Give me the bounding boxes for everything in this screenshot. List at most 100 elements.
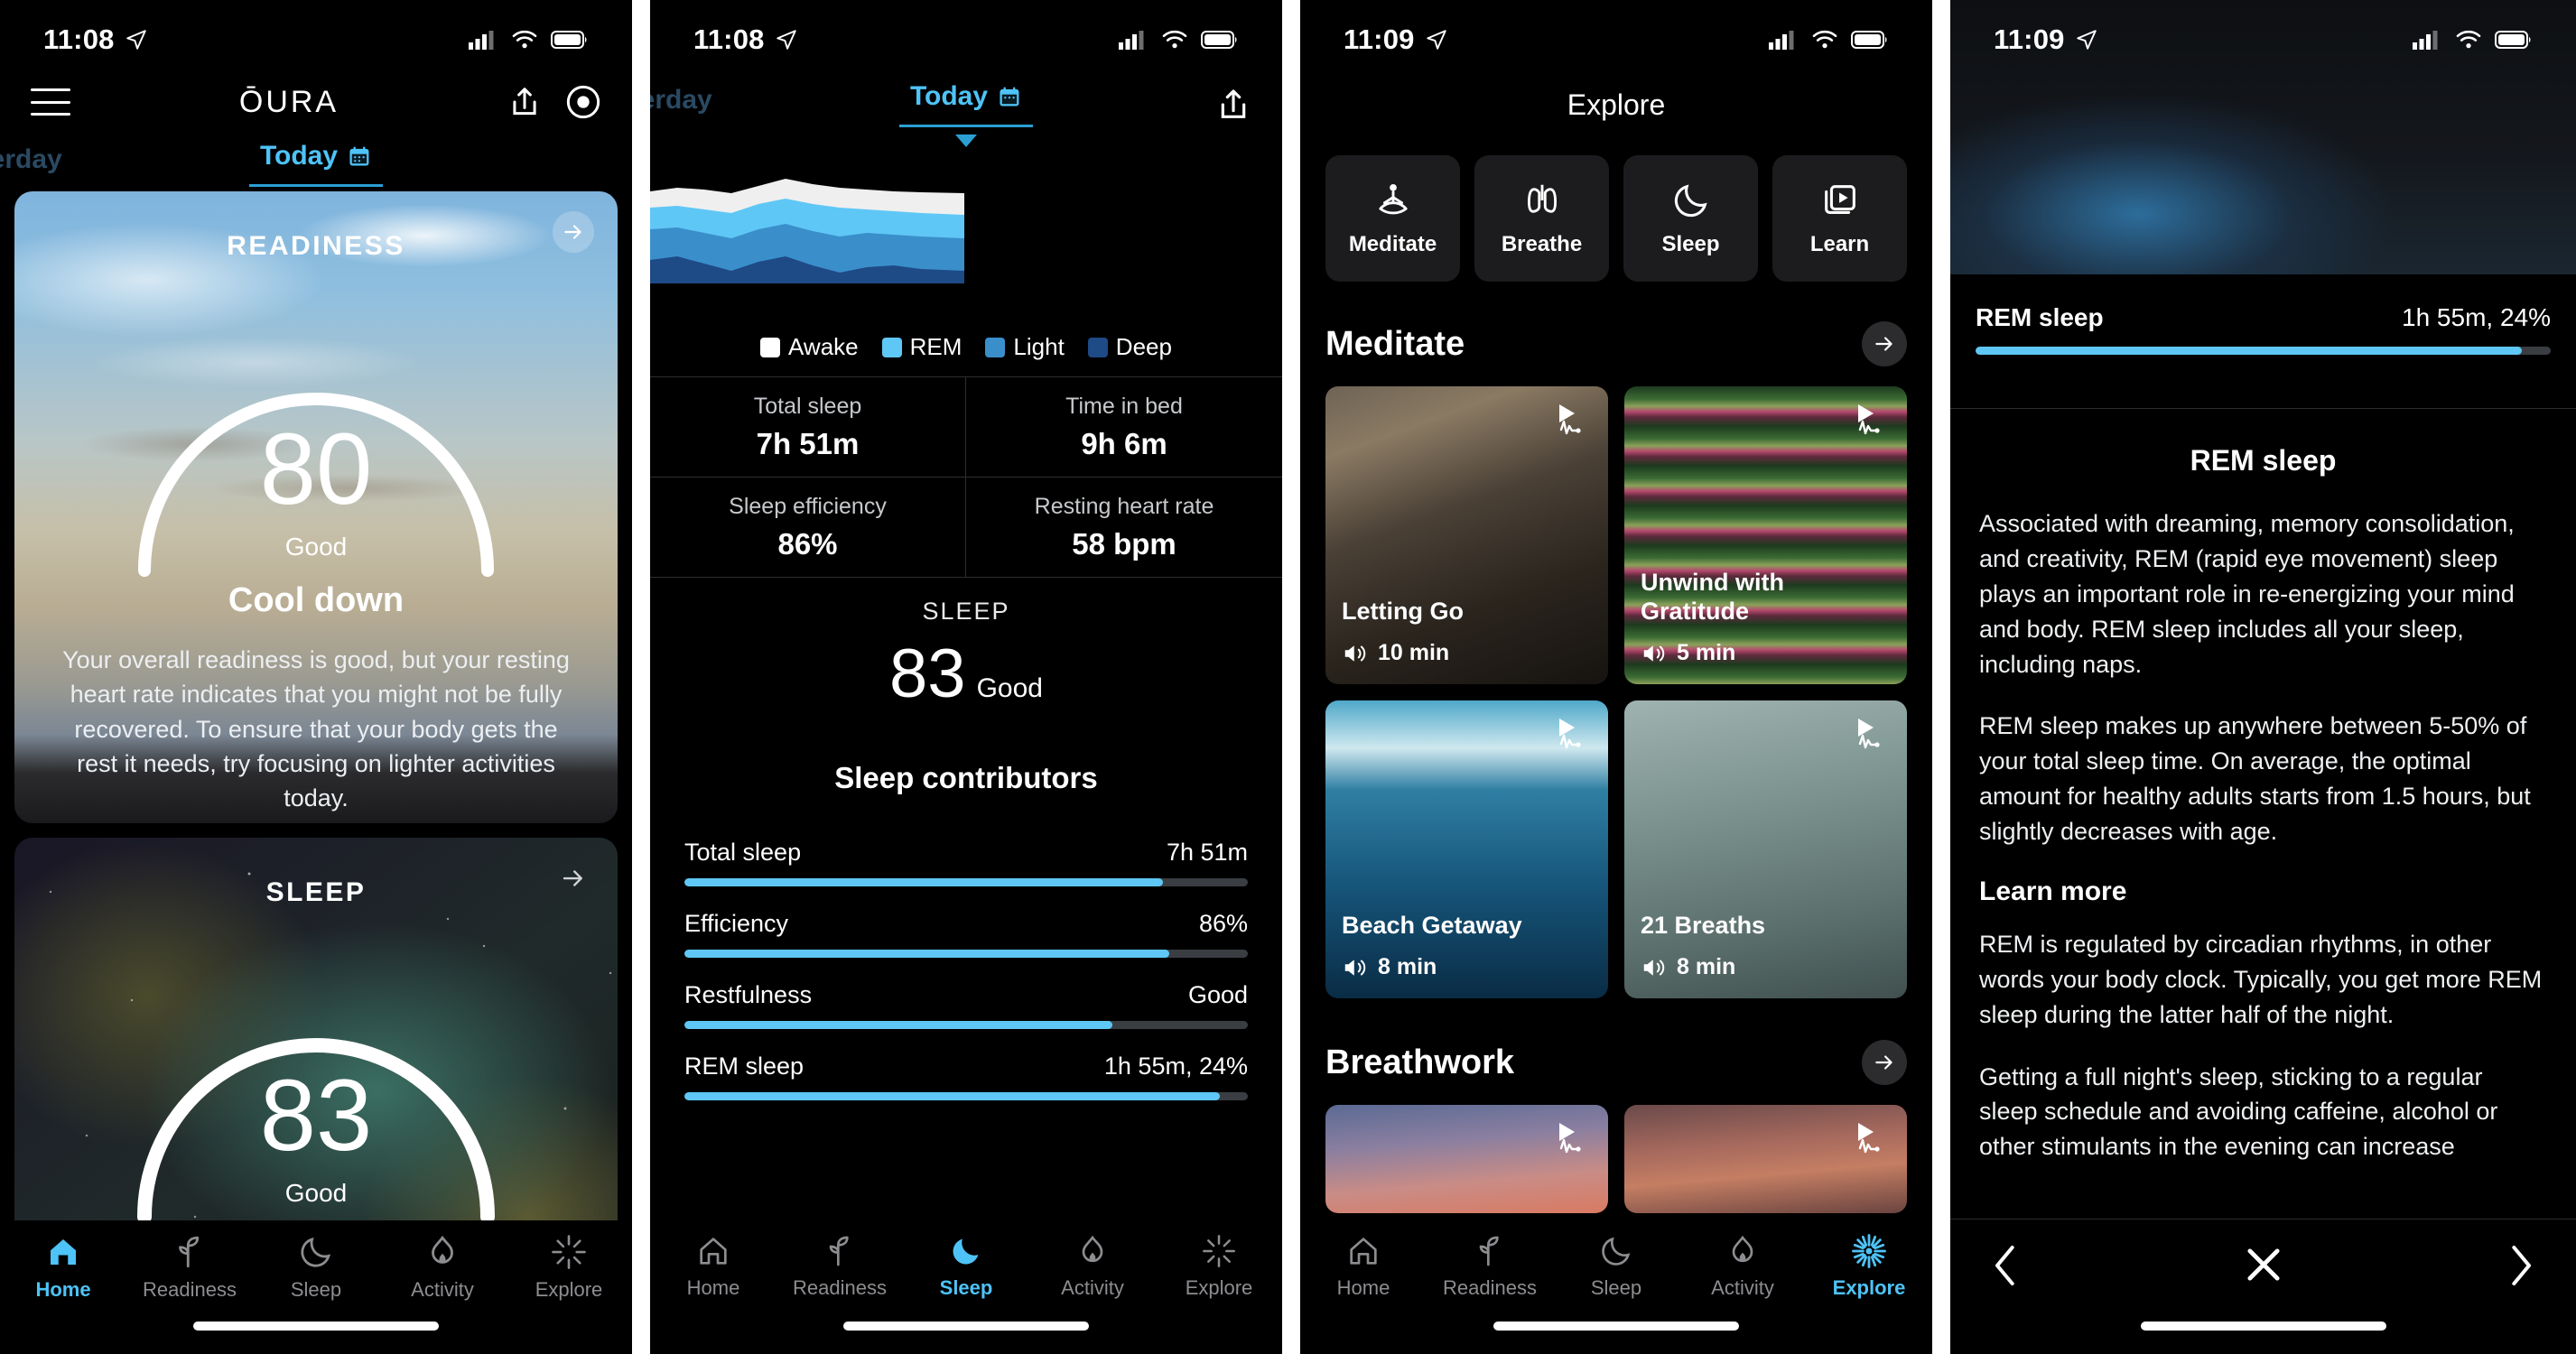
home-icon (51, 1239, 76, 1265)
article-pager (1950, 1219, 2576, 1354)
share-icon[interactable] (507, 85, 542, 119)
hamburger-menu-icon[interactable] (31, 88, 70, 116)
lungs-icon (1527, 184, 1557, 213)
sleep-section-score-row: 83 Good (650, 640, 1282, 709)
contributor-row-rem-sleep[interactable]: REM sleep 1h 55m, 24% (684, 1053, 1248, 1100)
quick-action-sleep[interactable]: Sleep (1623, 155, 1758, 282)
speaker-icon (1344, 959, 1366, 976)
contributor-bar (684, 1092, 1248, 1100)
section-see-all-button[interactable] (1862, 1040, 1907, 1085)
section-see-all-button[interactable] (1862, 321, 1907, 366)
content-tile-beach-getaway[interactable]: Beach Getaway 8 min (1325, 700, 1608, 998)
sparkle-icon (1203, 1235, 1235, 1267)
stat-cell-resting-heart-rate: Resting heart rate 58 bpm (966, 478, 1282, 578)
sparkle-icon (552, 1235, 586, 1269)
chevron-left-icon[interactable] (1988, 1241, 2024, 1290)
home-indicator (193, 1322, 439, 1331)
share-button[interactable] (1215, 87, 1251, 127)
cellular-signal-icon (1769, 31, 1794, 50)
arrow-right-icon (1875, 337, 1892, 351)
battery-icon (1201, 31, 1237, 49)
nav-label-readiness: Readiness (1443, 1276, 1537, 1299)
content-tile-breathwork-2[interactable] (1624, 1105, 1907, 1213)
play-waveform-icon (1543, 399, 1594, 443)
status-bar: 11:08 (650, 0, 1282, 67)
content-tile-21-breaths[interactable]: 21 Breaths 8 min (1624, 700, 1907, 998)
tile-duration: 8 min (1342, 954, 1437, 980)
home-scroll: READINESS 80 Good Cool down Your overall… (0, 191, 632, 1354)
stat-cell-total-sleep: Total sleep 7h 51m (650, 377, 966, 478)
nav-label-explore: Explore (1832, 1276, 1906, 1299)
moon-icon (1602, 1237, 1631, 1266)
location-arrow-icon (1426, 30, 1446, 50)
contributor-name: Efficiency (684, 910, 789, 937)
contributor-row-restfulness[interactable]: Restfulness Good (684, 981, 1248, 1029)
nav-item-explore[interactable]: Explore (515, 1233, 623, 1302)
stat-value: 7h 51m (756, 426, 860, 460)
metric-bar (1976, 347, 2551, 355)
quick-action-breathe[interactable]: Breathe (1474, 155, 1609, 282)
meditate-lotus-icon (1378, 183, 1408, 215)
tab-today[interactable]: Today (260, 141, 372, 172)
sleep-section-score: 83 (889, 635, 966, 712)
sparkle-icon (1852, 1234, 1886, 1268)
flame-icon (1082, 1235, 1103, 1263)
legend-label-awake: Awake (788, 333, 859, 360)
tile-title: Unwind with Gratitude (1641, 569, 1784, 626)
nav-item-home[interactable]: Home (659, 1233, 767, 1300)
tab-yesterday[interactable]: sterday (650, 85, 712, 116)
nav-item-home[interactable]: Home (1309, 1233, 1418, 1300)
play-waveform-icon (1543, 1118, 1594, 1162)
leaf-icon (829, 1236, 849, 1266)
nav-item-readiness[interactable]: Readiness (1436, 1233, 1544, 1300)
nav-item-sleep[interactable]: Sleep (912, 1233, 1020, 1300)
sleep-section-caption: SLEEP (922, 598, 1010, 625)
contributor-bar (684, 878, 1248, 886)
app-brand-logo: ŌURA (238, 84, 339, 119)
contributor-row-total-sleep[interactable]: Total sleep 7h 51m (684, 839, 1248, 886)
nav-item-activity[interactable]: Activity (1038, 1233, 1147, 1300)
sleep-card-open-arrow[interactable] (553, 858, 594, 899)
bottom-navigation: Home Readiness Sleep Activity Explore (650, 1220, 1282, 1354)
content-tile-breathwork-1[interactable] (1325, 1105, 1608, 1213)
nav-item-readiness[interactable]: Readiness (135, 1233, 244, 1302)
contributor-row-efficiency[interactable]: Efficiency 86% (684, 910, 1248, 958)
nav-item-explore[interactable]: Explore (1815, 1233, 1923, 1300)
article-content: REM sleep Associated with dreaming, memo… (1979, 444, 2547, 1354)
quick-action-meditate[interactable]: Meditate (1325, 155, 1460, 282)
chevron-right-icon[interactable] (2502, 1241, 2538, 1290)
quick-action-learn[interactable]: Learn (1772, 155, 1907, 282)
stat-value: 9h 6m (1081, 426, 1167, 460)
panel-separator-3 (1932, 0, 1950, 1354)
readiness-card-open-arrow[interactable] (553, 211, 594, 253)
readiness-card[interactable]: READINESS 80 Good Cool down Your overall… (14, 191, 618, 823)
tab-yesterday[interactable]: sterday (0, 144, 62, 175)
nav-item-activity[interactable]: Activity (1688, 1233, 1797, 1300)
nav-item-explore[interactable]: Explore (1165, 1233, 1273, 1300)
status-left: 11:09 (1344, 23, 1448, 56)
nav-item-sleep[interactable]: Sleep (1562, 1233, 1670, 1300)
content-tile-letting-go[interactable]: Letting Go 10 min (1325, 386, 1608, 684)
close-icon[interactable] (2240, 1241, 2287, 1288)
tab-today-label: Today (259, 141, 339, 171)
home-indicator (843, 1322, 1089, 1331)
stat-value: 86% (777, 526, 838, 561)
nav-item-readiness[interactable]: Readiness (786, 1233, 894, 1300)
day-tabs: sterday Today (650, 78, 1282, 147)
wifi-icon (1812, 30, 1837, 49)
article-paragraph-4: Getting a full night's sleep, sticking t… (1979, 1062, 2498, 1161)
nav-label-explore: Explore (535, 1278, 603, 1301)
cellular-signal-icon (469, 31, 494, 50)
nav-item-home[interactable]: Home (9, 1233, 117, 1302)
nav-item-activity[interactable]: Activity (388, 1233, 497, 1302)
oura-ring-icon[interactable] (565, 84, 601, 120)
leaf-icon (1479, 1236, 1499, 1266)
tab-today[interactable]: Today (910, 81, 1022, 112)
content-tile-unwind-with-gratitude[interactable]: Unwind with Gratitude 5 min (1624, 386, 1907, 684)
nav-item-sleep[interactable]: Sleep (262, 1233, 370, 1302)
calendar-icon (1000, 87, 1019, 107)
readiness-title: Cool down (228, 581, 405, 619)
nav-label-home: Home (686, 1276, 740, 1299)
wifi-icon (512, 30, 537, 49)
stat-value: 58 bpm (1072, 526, 1176, 561)
